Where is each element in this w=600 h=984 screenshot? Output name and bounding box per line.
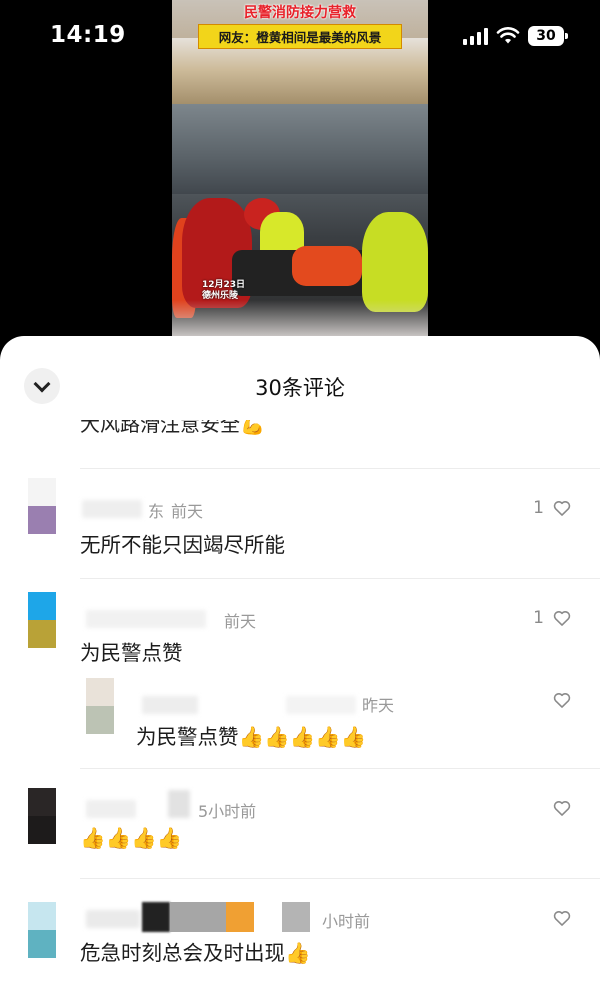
like-count: 1 — [533, 498, 544, 518]
comment-text: 👍👍👍👍 — [80, 826, 183, 850]
bottom-fade — [0, 964, 600, 984]
divider — [80, 878, 600, 879]
reply-item[interactable]: 昨天 为民警点赞👍👍👍👍👍 — [0, 676, 600, 766]
like-button[interactable]: 1 — [533, 608, 572, 628]
comment-text: 无所不能只因竭尽所能 — [80, 533, 285, 557]
like-button[interactable] — [552, 908, 572, 928]
comment-text-partial: 大风路滑注意安全💪 — [80, 420, 265, 436]
comment-count-title: 30条评论 — [255, 376, 345, 400]
video-bottom-shade — [172, 300, 428, 340]
video-boat — [292, 246, 362, 286]
status-icons: 30 — [463, 26, 568, 46]
author-name-redacted — [286, 696, 356, 714]
divider — [80, 768, 600, 769]
comment-time: 小时前 — [322, 912, 371, 931]
author-name-redacted — [226, 902, 254, 932]
comment-author-suffix: 东 — [148, 502, 165, 521]
avatar[interactable] — [28, 478, 56, 534]
comment-sheet: 30条评论 大风路滑注意安全💪 东 前天 无所不能只因竭尽所能 1 前天 为民警… — [0, 336, 600, 984]
comment-item[interactable]: 前天 为民警点赞 1 — [0, 586, 600, 686]
video-stamp-place: 德州乐陵 — [202, 291, 239, 301]
heart-icon — [553, 693, 571, 708]
author-name-redacted — [86, 910, 140, 928]
wifi-icon — [496, 27, 520, 44]
video-stamp: 12月23日 德州乐陵 — [202, 280, 245, 302]
comment-sheet-header: 30条评论 — [0, 336, 600, 432]
comment-time: 前天 — [171, 502, 204, 521]
comment-item[interactable]: 5小时前 👍👍👍👍 — [0, 776, 600, 876]
author-name-redacted — [82, 500, 142, 518]
heart-icon — [553, 611, 571, 626]
divider — [80, 468, 600, 469]
signal-icon — [463, 27, 488, 45]
avatar[interactable] — [28, 902, 56, 958]
divider — [80, 578, 600, 579]
avatar[interactable] — [28, 788, 56, 844]
video-rescuer — [362, 212, 428, 312]
comment-text: 为民警点赞👍👍👍👍👍 — [136, 725, 367, 749]
heart-icon — [553, 501, 571, 516]
comment-time: 5小时前 — [198, 802, 257, 821]
avatar[interactable] — [86, 678, 114, 734]
status-bar: 14:19 30 — [0, 0, 600, 76]
status-time: 14:19 — [50, 22, 126, 48]
author-name-redacted — [168, 790, 190, 818]
author-name-redacted — [142, 902, 170, 932]
like-button[interactable] — [552, 690, 572, 710]
author-name-redacted — [86, 800, 136, 818]
comment-text: 为民警点赞 — [80, 641, 183, 665]
avatar[interactable] — [28, 592, 56, 648]
comment-text: 危急时刻总会及时出现👍 — [80, 941, 311, 965]
heart-icon — [553, 801, 571, 816]
author-name-redacted — [142, 696, 198, 714]
video-scene-ice — [172, 104, 428, 194]
comment-time: 昨天 — [362, 696, 395, 715]
like-button[interactable]: 1 — [533, 498, 572, 518]
author-name-redacted — [282, 902, 310, 932]
author-name-redacted — [86, 610, 206, 628]
battery-level: 30 — [536, 28, 556, 44]
video-stamp-date: 12月23日 — [202, 280, 246, 290]
comment-item[interactable]: 东 前天 无所不能只因竭尽所能 1 — [0, 476, 600, 576]
heart-icon — [553, 911, 571, 926]
battery-icon: 30 — [528, 26, 568, 46]
like-button[interactable] — [552, 798, 572, 818]
author-name-redacted — [170, 902, 226, 932]
like-count: 1 — [533, 608, 544, 628]
comment-time: 前天 — [224, 612, 257, 631]
